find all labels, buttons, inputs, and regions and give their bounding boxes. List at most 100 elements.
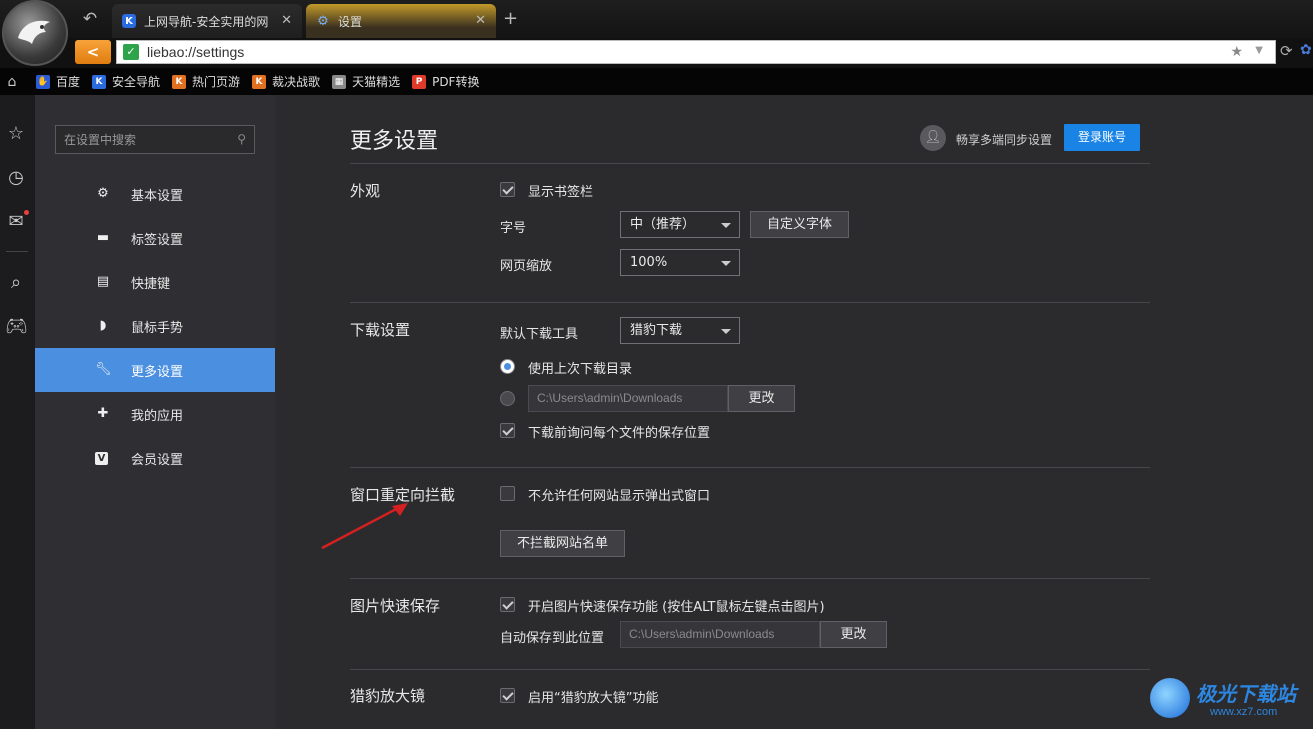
change-image-path-button[interactable]: 更改 <box>820 621 887 648</box>
gear-icon: ⚙ <box>317 13 329 29</box>
image-save-checkbox[interactable] <box>500 597 515 612</box>
font-size-label: 字号 <box>500 221 527 236</box>
divider <box>350 163 1150 164</box>
page-title: 更多设置 <box>350 129 439 154</box>
section-title-download: 下载设置 <box>350 321 411 339</box>
pdf-icon: P <box>412 74 427 89</box>
chevron-down-icon[interactable]: ▼ <box>1255 45 1263 56</box>
tab-icon: ▬ <box>96 230 110 245</box>
back-button[interactable]: < <box>75 40 111 64</box>
close-tab-icon[interactable]: ✕ <box>281 13 292 28</box>
bookmark-item[interactable]: ✋ 百度 <box>36 73 80 90</box>
sync-text: 畅享多端同步设置 <box>956 133 1053 147</box>
bookmark-item[interactable]: K 裁决战歌 <box>252 73 320 90</box>
sidebar-item-mouse-gestures[interactable]: ◗ 鼠标手势 <box>35 304 275 348</box>
sidebar-item-vip[interactable]: V 会员设置 <box>35 436 275 480</box>
sidebar-item-label: 我的应用 <box>131 408 184 424</box>
url-text[interactable]: liebao://settings <box>147 44 244 60</box>
home-icon[interactable]: ⌂ <box>0 74 24 90</box>
sidebar-item-basic[interactable]: ⚙ 基本设置 <box>35 172 275 216</box>
show-bookmarks-checkbox[interactable] <box>500 182 515 197</box>
watermark-text: 极光下载站 <box>1196 682 1296 706</box>
sidebar-item-label: 鼠标手势 <box>131 320 184 336</box>
bookmark-item[interactable]: K 热门页游 <box>172 73 240 90</box>
divider <box>350 669 1150 670</box>
sidebar-item-my-apps[interactable]: ✚ 我的应用 <box>35 392 275 436</box>
zoom-select[interactable]: 100% <box>620 249 740 276</box>
download-tool-select[interactable]: 猎豹下载 <box>620 317 740 344</box>
login-button[interactable]: 登录账号 <box>1064 124 1140 151</box>
sidebar-item-shortcuts[interactable]: ▤ 快捷键 <box>35 260 275 304</box>
settings-sidebar: 在设置中搜索 ⚲ ⚙ 基本设置 ▬ 标签设置 ▤ 快捷键 ◗ 鼠标手势 🔧︎ 更… <box>35 95 275 729</box>
block-popups-checkbox[interactable] <box>500 486 515 501</box>
watermark: 极光下载站 www.xz7.com <box>1150 676 1310 726</box>
close-tab-icon[interactable]: ✕ <box>475 13 486 28</box>
sidebar-item-label: 会员设置 <box>131 452 184 468</box>
tab-navigation[interactable]: K 上网导航-安全实用的网 ✕ <box>112 4 302 38</box>
sidebar-item-more-settings[interactable]: 🔧︎ 更多设置 <box>35 348 275 392</box>
watermark-logo <box>1150 678 1190 718</box>
wrench-icon: 🔧︎ <box>95 362 112 377</box>
star-icon[interactable]: ★ <box>1230 44 1243 60</box>
font-size-select[interactable]: 中（推荐） <box>620 211 740 238</box>
new-tab-button[interactable]: + <box>503 10 518 28</box>
bookmark-item[interactable]: P PDF转换 <box>412 73 479 90</box>
section-title-appearance: 外观 <box>350 182 381 200</box>
ask-location-label: 下载前询问每个文件的保存位置 <box>528 426 711 441</box>
tab-settings[interactable]: ⚙ 设置 ✕ <box>306 4 496 38</box>
zoom-label: 网页缩放 <box>500 259 553 274</box>
bookmark-label: 安全导航 <box>112 75 161 89</box>
search-icon[interactable]: ⚲ <box>237 132 246 146</box>
show-bookmarks-label: 显示书签栏 <box>528 185 594 200</box>
custom-font-button[interactable]: 自定义字体 <box>750 211 849 238</box>
mail-icon[interactable]: ✉ <box>5 211 27 233</box>
popup-whitelist-button[interactable]: 不拦截网站名单 <box>500 530 625 557</box>
bookmark-label: 百度 <box>56 75 81 89</box>
notification-dot <box>24 210 29 215</box>
image-save-path-field[interactable]: C:\Users\admin\Downloads <box>620 621 820 648</box>
cheetah-logo-icon <box>18 20 50 44</box>
chevron-down-icon <box>721 261 731 266</box>
settings-search-input[interactable]: 在设置中搜索 ⚲ <box>55 125 255 154</box>
image-save-label: 开启图片快速保存功能 (按住ALT鼠标左键点击图片) <box>528 600 825 615</box>
custom-dir-radio[interactable] <box>500 391 515 406</box>
title-bar: ↶ K 上网导航-安全实用的网 ✕ ⚙ 设置 ✕ + <box>0 0 1313 38</box>
divider <box>350 578 1150 579</box>
sidebar-item-label: 更多设置 <box>131 364 184 380</box>
font-size-value: 中（推荐） <box>630 217 696 232</box>
use-last-dir-radio[interactable] <box>500 359 515 374</box>
bookmark-label: 裁决战歌 <box>272 75 321 89</box>
bookmark-item[interactable]: ▦ 天猫精选 <box>332 73 400 90</box>
sidebar-item-tabs[interactable]: ▬ 标签设置 <box>35 216 275 260</box>
browser-logo[interactable] <box>2 0 68 66</box>
block-popups-label: 不允许任何网站显示弹出式窗口 <box>528 489 711 504</box>
bookmark-item[interactable]: K 安全导航 <box>92 73 160 90</box>
divider <box>6 251 28 252</box>
magnifier-checkbox[interactable] <box>500 688 515 703</box>
gamepad-icon[interactable]: 🎮︎ <box>5 316 28 338</box>
extension-icon[interactable]: ✿ <box>1300 42 1313 62</box>
baidu-icon: ✋ <box>36 74 50 89</box>
k-shield-orange-icon: K <box>172 74 187 89</box>
use-last-dir-label: 使用上次下载目录 <box>528 362 633 377</box>
zoom-value: 100% <box>630 255 668 270</box>
side-rail: ☆ ◷ ✉ ⌕ 🎮︎ <box>0 95 35 729</box>
download-path-field[interactable]: C:\Users\admin\Downloads <box>528 385 728 412</box>
search-icon[interactable]: ⌕ <box>5 272 27 294</box>
chevron-down-icon <box>721 223 731 228</box>
divider <box>350 467 1150 468</box>
avatar[interactable]: 👤︎ <box>920 125 946 151</box>
auto-save-location-label: 自动保存到此位置 <box>500 631 605 646</box>
ask-location-checkbox[interactable] <box>500 423 515 438</box>
sidebar-item-label: 快捷键 <box>131 276 171 292</box>
gear-icon: ⚙ <box>97 186 109 201</box>
section-title-image-save: 图片快速保存 <box>350 597 441 615</box>
back-arrow-icon[interactable]: ↶ <box>78 8 102 30</box>
favorites-star-icon[interactable]: ☆ <box>5 123 27 145</box>
change-download-path-button[interactable]: 更改 <box>728 385 795 412</box>
refresh-icon[interactable]: ⟳ <box>1280 42 1293 60</box>
vip-icon: V <box>95 451 108 465</box>
history-clock-icon[interactable]: ◷ <box>5 167 27 189</box>
address-bar[interactable]: ✓ liebao://settings ★ ▼ <box>116 40 1276 64</box>
keyboard-icon: ▤ <box>96 274 110 289</box>
